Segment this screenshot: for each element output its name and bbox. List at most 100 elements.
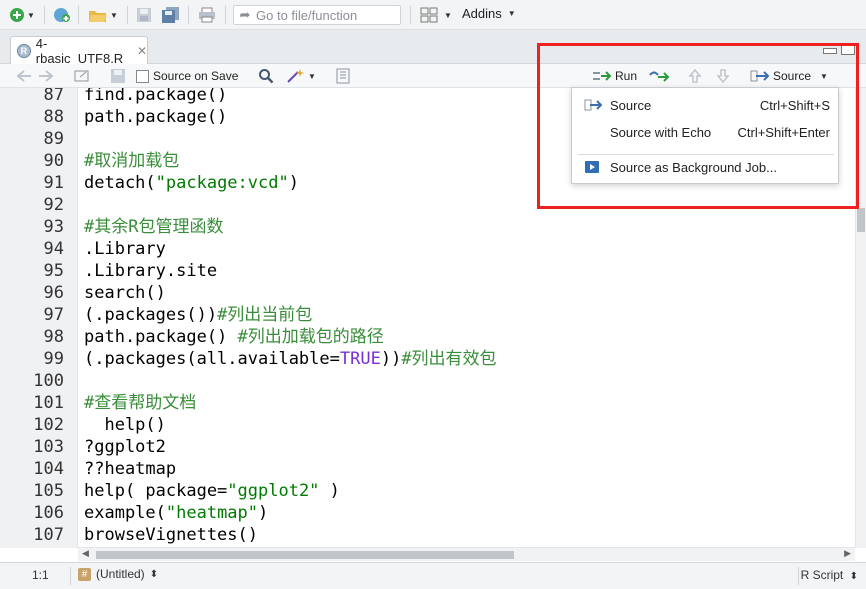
arrow-right-icon	[39, 70, 54, 82]
compile-report-button[interactable]	[336, 66, 350, 86]
code-text: .Library	[84, 239, 166, 259]
rerun-button[interactable]	[648, 66, 670, 86]
minimize-pane-button[interactable]	[823, 48, 837, 54]
line-number: 97	[43, 305, 64, 325]
file-tab[interactable]: R 4-rbasic_UTF8.R ✕	[10, 36, 148, 66]
code-text: .Library.site	[84, 261, 218, 281]
code-line: 92	[0, 194, 855, 216]
code-text: #查看帮助文档	[84, 393, 197, 413]
addins-menu[interactable]: Addins ▼	[462, 6, 516, 21]
save-button[interactable]	[134, 4, 154, 26]
menu-item-source-with-echo[interactable]: Source with Echo Ctrl+Shift+Enter	[572, 120, 838, 144]
source-arrow-icon	[750, 70, 770, 82]
chevron-down-icon: ▼	[308, 71, 316, 81]
code-text: (.packages())#列出当前包	[84, 305, 313, 325]
line-number: 108	[0, 546, 64, 548]
arrow-down-icon	[716, 69, 730, 84]
goto-placeholder: Go to file/function	[256, 7, 358, 23]
line-number: 91	[43, 173, 64, 193]
goto-arrow-icon: ➦	[239, 7, 251, 22]
code-text: #取消加载包	[84, 151, 180, 171]
line-number: 99	[43, 349, 64, 369]
checkbox-icon[interactable]	[136, 69, 149, 83]
vertical-scrollbar[interactable]	[855, 88, 866, 548]
code-text: path.package() #列出加载包的路径	[84, 327, 384, 347]
line-number: 107	[33, 525, 64, 545]
source-label: Source	[773, 69, 812, 83]
code-text: path.package()	[84, 107, 228, 127]
horizontal-scrollbar[interactable]: ◀ ▶	[78, 547, 855, 561]
line-number: 90	[43, 151, 64, 171]
code-tools-button[interactable]: ▼	[286, 66, 316, 86]
line-number: 105	[33, 481, 64, 501]
scope-selector[interactable]: # (Untitled) ⬍	[78, 567, 158, 581]
code-line: 100	[0, 370, 855, 392]
scope-label: (Untitled)	[96, 567, 145, 581]
code-text: ?ggplot2	[84, 437, 166, 457]
chevron-down-icon: ▼	[507, 9, 516, 18]
file-type-selector[interactable]: R Script ⬍	[801, 568, 858, 582]
code-text: help()	[84, 415, 166, 435]
code-text: search()	[84, 283, 166, 303]
code-line: 107 browseVignettes()	[0, 524, 855, 546]
show-in-window-button[interactable]	[74, 66, 90, 86]
code-line: 104 ??heatmap	[0, 458, 855, 480]
goto-file-function-input[interactable]: ➦ Go to file/function	[233, 5, 401, 25]
horizontal-scroll-thumb[interactable]	[96, 551, 514, 559]
arrow-left-icon	[16, 70, 31, 82]
code-line: 98 path.package() #列出加载包的路径	[0, 326, 855, 348]
scroll-left-icon[interactable]: ◀	[82, 548, 89, 559]
workspace-panes-button[interactable]: ▼	[418, 4, 454, 26]
close-icon[interactable]: ✕	[137, 44, 147, 58]
new-project-button[interactable]	[50, 4, 74, 26]
editor-save-button[interactable]	[110, 66, 126, 86]
code-text: example("heatmap")	[84, 503, 269, 523]
code-text: help( package="ggplot2" )	[84, 481, 340, 501]
editor-tab-strip: R 4-rbasic_UTF8.R ✕	[0, 30, 866, 66]
previous-section-button[interactable]	[688, 66, 702, 86]
new-file-icon	[10, 8, 25, 22]
chevron-down-icon: ▼	[444, 10, 452, 20]
code-line: 103 ?ggplot2	[0, 436, 855, 458]
line-number: 101	[33, 393, 64, 413]
magic-wand-icon	[287, 69, 304, 83]
maximize-pane-button[interactable]	[841, 43, 855, 55]
code-text: ??heatmap	[84, 459, 177, 479]
chevron-down-icon[interactable]: ▼	[820, 72, 828, 81]
scroll-right-icon[interactable]: ▶	[844, 548, 851, 559]
back-button[interactable]	[16, 66, 32, 86]
folder-open-icon	[89, 11, 108, 22]
line-number: 104	[33, 459, 64, 479]
run-label: Run	[615, 69, 638, 83]
find-replace-button[interactable]	[258, 66, 274, 86]
source-button[interactable]: Source ▼	[750, 66, 828, 86]
chevron-down-icon: ▼	[110, 10, 118, 20]
source-on-save-checkbox[interactable]: Source on Save	[136, 66, 238, 86]
source-dropdown-menu: Source Ctrl+Shift+S Source with Echo Ctr…	[571, 87, 839, 184]
code-line: 96 search()	[0, 282, 855, 304]
code-line: 97 (.packages())#列出当前包	[0, 304, 855, 326]
menu-item-source[interactable]: Source Ctrl+Shift+S	[572, 93, 838, 117]
save-all-button[interactable]	[160, 4, 182, 26]
line-number: 92	[43, 195, 64, 215]
line-number: 106	[33, 503, 64, 523]
save-icon	[137, 8, 151, 22]
next-section-button[interactable]	[716, 66, 730, 86]
new-file-button[interactable]: ▼	[3, 4, 41, 26]
menu-item-label: Source with Echo	[610, 124, 712, 140]
code-text: find.package()	[84, 88, 228, 105]
menu-item-source-as-background-job[interactable]: Source as Background Job...	[572, 155, 838, 179]
vertical-scroll-thumb[interactable]	[857, 208, 865, 232]
code-text: (.packages(all.available=TRUE))#列出有效包	[84, 349, 497, 369]
line-number: 96	[43, 283, 64, 303]
open-file-button[interactable]: ▼	[85, 4, 121, 26]
cursor-position: 1:1	[32, 568, 49, 582]
print-icon	[199, 7, 215, 23]
project-icon	[54, 8, 70, 22]
run-button[interactable]: Run	[592, 66, 637, 86]
code-text: #其余R包管理函数	[84, 217, 224, 237]
forward-button[interactable]	[38, 66, 54, 86]
line-number: 100	[33, 371, 64, 391]
print-button[interactable]	[196, 4, 218, 26]
search-icon	[259, 69, 274, 84]
